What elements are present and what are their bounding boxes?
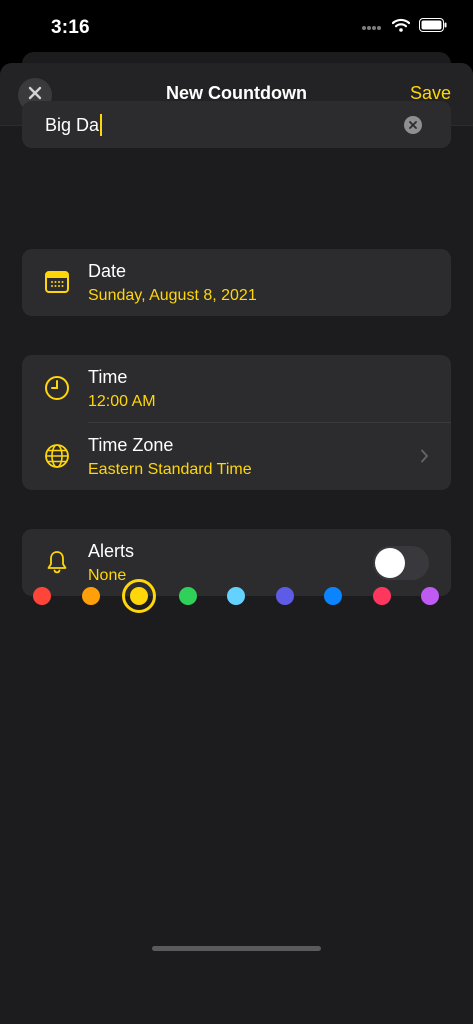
- alerts-label: Alerts: [88, 541, 135, 561]
- chevron-right-icon: [420, 449, 429, 468]
- time-row[interactable]: Time 12:00 AM: [22, 355, 451, 422]
- countdown-name-field[interactable]: Big Da: [22, 101, 451, 148]
- clock-icon: [44, 375, 70, 401]
- time-value: 12:00 AM: [88, 393, 156, 410]
- color-swatch[interactable]: [227, 587, 245, 605]
- battery-icon: [419, 17, 447, 37]
- calendar-icon: [44, 269, 70, 295]
- status-bar: 3:16: [0, 0, 473, 56]
- color-swatch[interactable]: [178, 587, 197, 605]
- status-icons: [361, 17, 447, 37]
- cellular-signal-icon: [361, 18, 383, 36]
- color-swatch[interactable]: [421, 587, 439, 605]
- time-label: Time: [88, 367, 128, 387]
- color-picker: [0, 576, 473, 616]
- status-time: 3:16: [51, 17, 90, 38]
- time-zone-label: Time Zone: [88, 435, 174, 455]
- wifi-icon: [391, 18, 411, 37]
- bell-icon: [44, 549, 70, 575]
- date-card: Date Sunday, August 8, 2021: [22, 249, 451, 316]
- globe-icon: [44, 443, 70, 469]
- color-swatch[interactable]: [372, 587, 391, 605]
- date-row[interactable]: Date Sunday, August 8, 2021: [22, 249, 451, 316]
- time-zone-value: Eastern Standard Time: [88, 461, 252, 478]
- selected-color-ring: [122, 579, 156, 613]
- toggle-knob: [375, 548, 405, 578]
- text-cursor: [100, 114, 103, 136]
- color-swatch[interactable]: [81, 587, 100, 605]
- color-swatch[interactable]: [33, 587, 51, 605]
- clear-text-button[interactable]: [404, 116, 422, 134]
- clear-icon: [409, 116, 417, 134]
- home-indicator: [152, 946, 321, 951]
- date-value: Sunday, August 8, 2021: [88, 287, 257, 304]
- color-swatch[interactable]: [275, 587, 294, 605]
- countdown-name-value: Big Da: [45, 114, 100, 135]
- color-swatch[interactable]: [324, 587, 342, 605]
- time-zone-row[interactable]: Time Zone Eastern Standard Time: [22, 423, 451, 490]
- date-label: Date: [88, 261, 127, 281]
- time-card: Time 12:00 AM Time Zone Eastern Standard…: [22, 355, 451, 490]
- alerts-toggle[interactable]: [373, 546, 429, 580]
